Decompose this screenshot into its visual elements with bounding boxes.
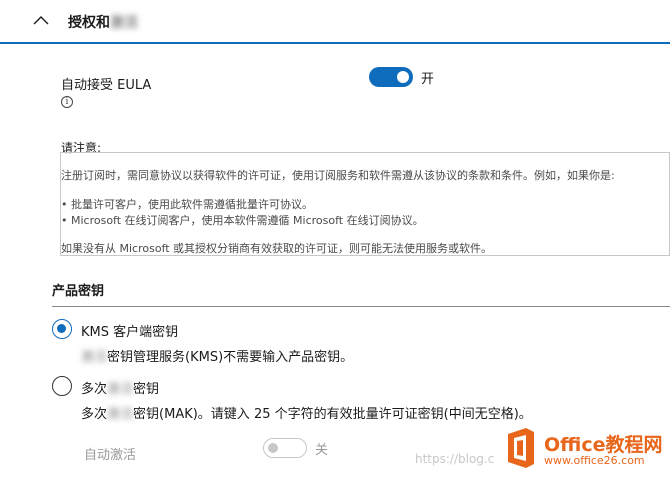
auto-activate-label: 自动激活: [84, 448, 137, 463]
logo-url: www.office26.com: [544, 454, 645, 467]
watermark-text: https://blog.c: [415, 452, 495, 466]
radio-kms[interactable]: [52, 319, 72, 339]
mak-label: 多次激活密钥: [81, 378, 159, 397]
notice-box[interactable]: 注册订阅时，需同意协议以获得软件的许可证，使用订阅服务和软件需遵从该协议的条款和…: [60, 152, 670, 256]
mak-desc-text: 密钥(MAK)。请键入 25 个字符的有效批量许可证密钥(中间无空格)。: [133, 407, 532, 422]
toggle-knob: [397, 71, 409, 83]
mak-label-prefix: 多次: [81, 382, 108, 397]
mak-desc-blurred: 激活: [107, 407, 134, 422]
notice-line: 注册订阅时，需同意协议以获得软件的许可证，使用订阅服务和软件需遵从该协议的条款和…: [61, 169, 615, 182]
logo-text: Office教程网: [544, 434, 663, 456]
kms-desc-text: 密钥管理服务(KMS)不需要输入产品密钥。: [107, 350, 354, 365]
section-title-text: 授权和: [68, 15, 110, 31]
auto-activate-toggle[interactable]: [263, 438, 307, 458]
notice-bullet-online: • Microsoft 在线订阅客户，使用本软件需遵循 Microsoft 在线…: [61, 214, 424, 227]
product-key-heading: 产品密钥: [52, 284, 105, 299]
radio-mak[interactable]: [52, 376, 72, 396]
notice-bullet-volume: • 批量许可客户，使用此软件需遵循批量许可协议。: [61, 198, 313, 211]
eula-toggle[interactable]: [369, 67, 413, 87]
notice-footer: 如果没有从 Microsoft 或其授权分销商有效获取的许可证，则可能无法使用服…: [61, 242, 493, 255]
section-title: 授权和激活: [68, 12, 138, 32]
chevron-up-icon[interactable]: [33, 14, 49, 26]
toggle-knob: [268, 443, 278, 453]
auto-activate-state: 关: [315, 443, 329, 458]
office26-logo: Office教程网 www.office26.com: [504, 424, 670, 474]
eula-label: 自动接受 EULA: [61, 78, 152, 93]
section-title-blurred: 激活: [110, 15, 138, 31]
radio-dot: [57, 324, 66, 333]
kms-description: 激活密钥管理服务(KMS)不需要输入产品密钥。: [81, 346, 353, 365]
kms-desc-blurred: 激活: [81, 350, 108, 365]
mak-description: 多次激活密钥(MAK)。请键入 25 个字符的有效批量许可证密钥(中间无空格)。: [81, 403, 532, 422]
divider: [52, 306, 670, 307]
mak-label-suffix: 密钥: [133, 382, 160, 397]
mak-label-blurred: 激活: [107, 382, 134, 397]
mak-desc-prefix: 多次: [81, 407, 108, 422]
kms-label: KMS 客户端密钥: [81, 325, 179, 340]
eula-toggle-state: 开: [421, 72, 435, 87]
info-icon[interactable]: i: [61, 96, 73, 108]
office-logo-icon: [508, 428, 534, 468]
section-header[interactable]: 授权和激活: [0, 0, 670, 44]
